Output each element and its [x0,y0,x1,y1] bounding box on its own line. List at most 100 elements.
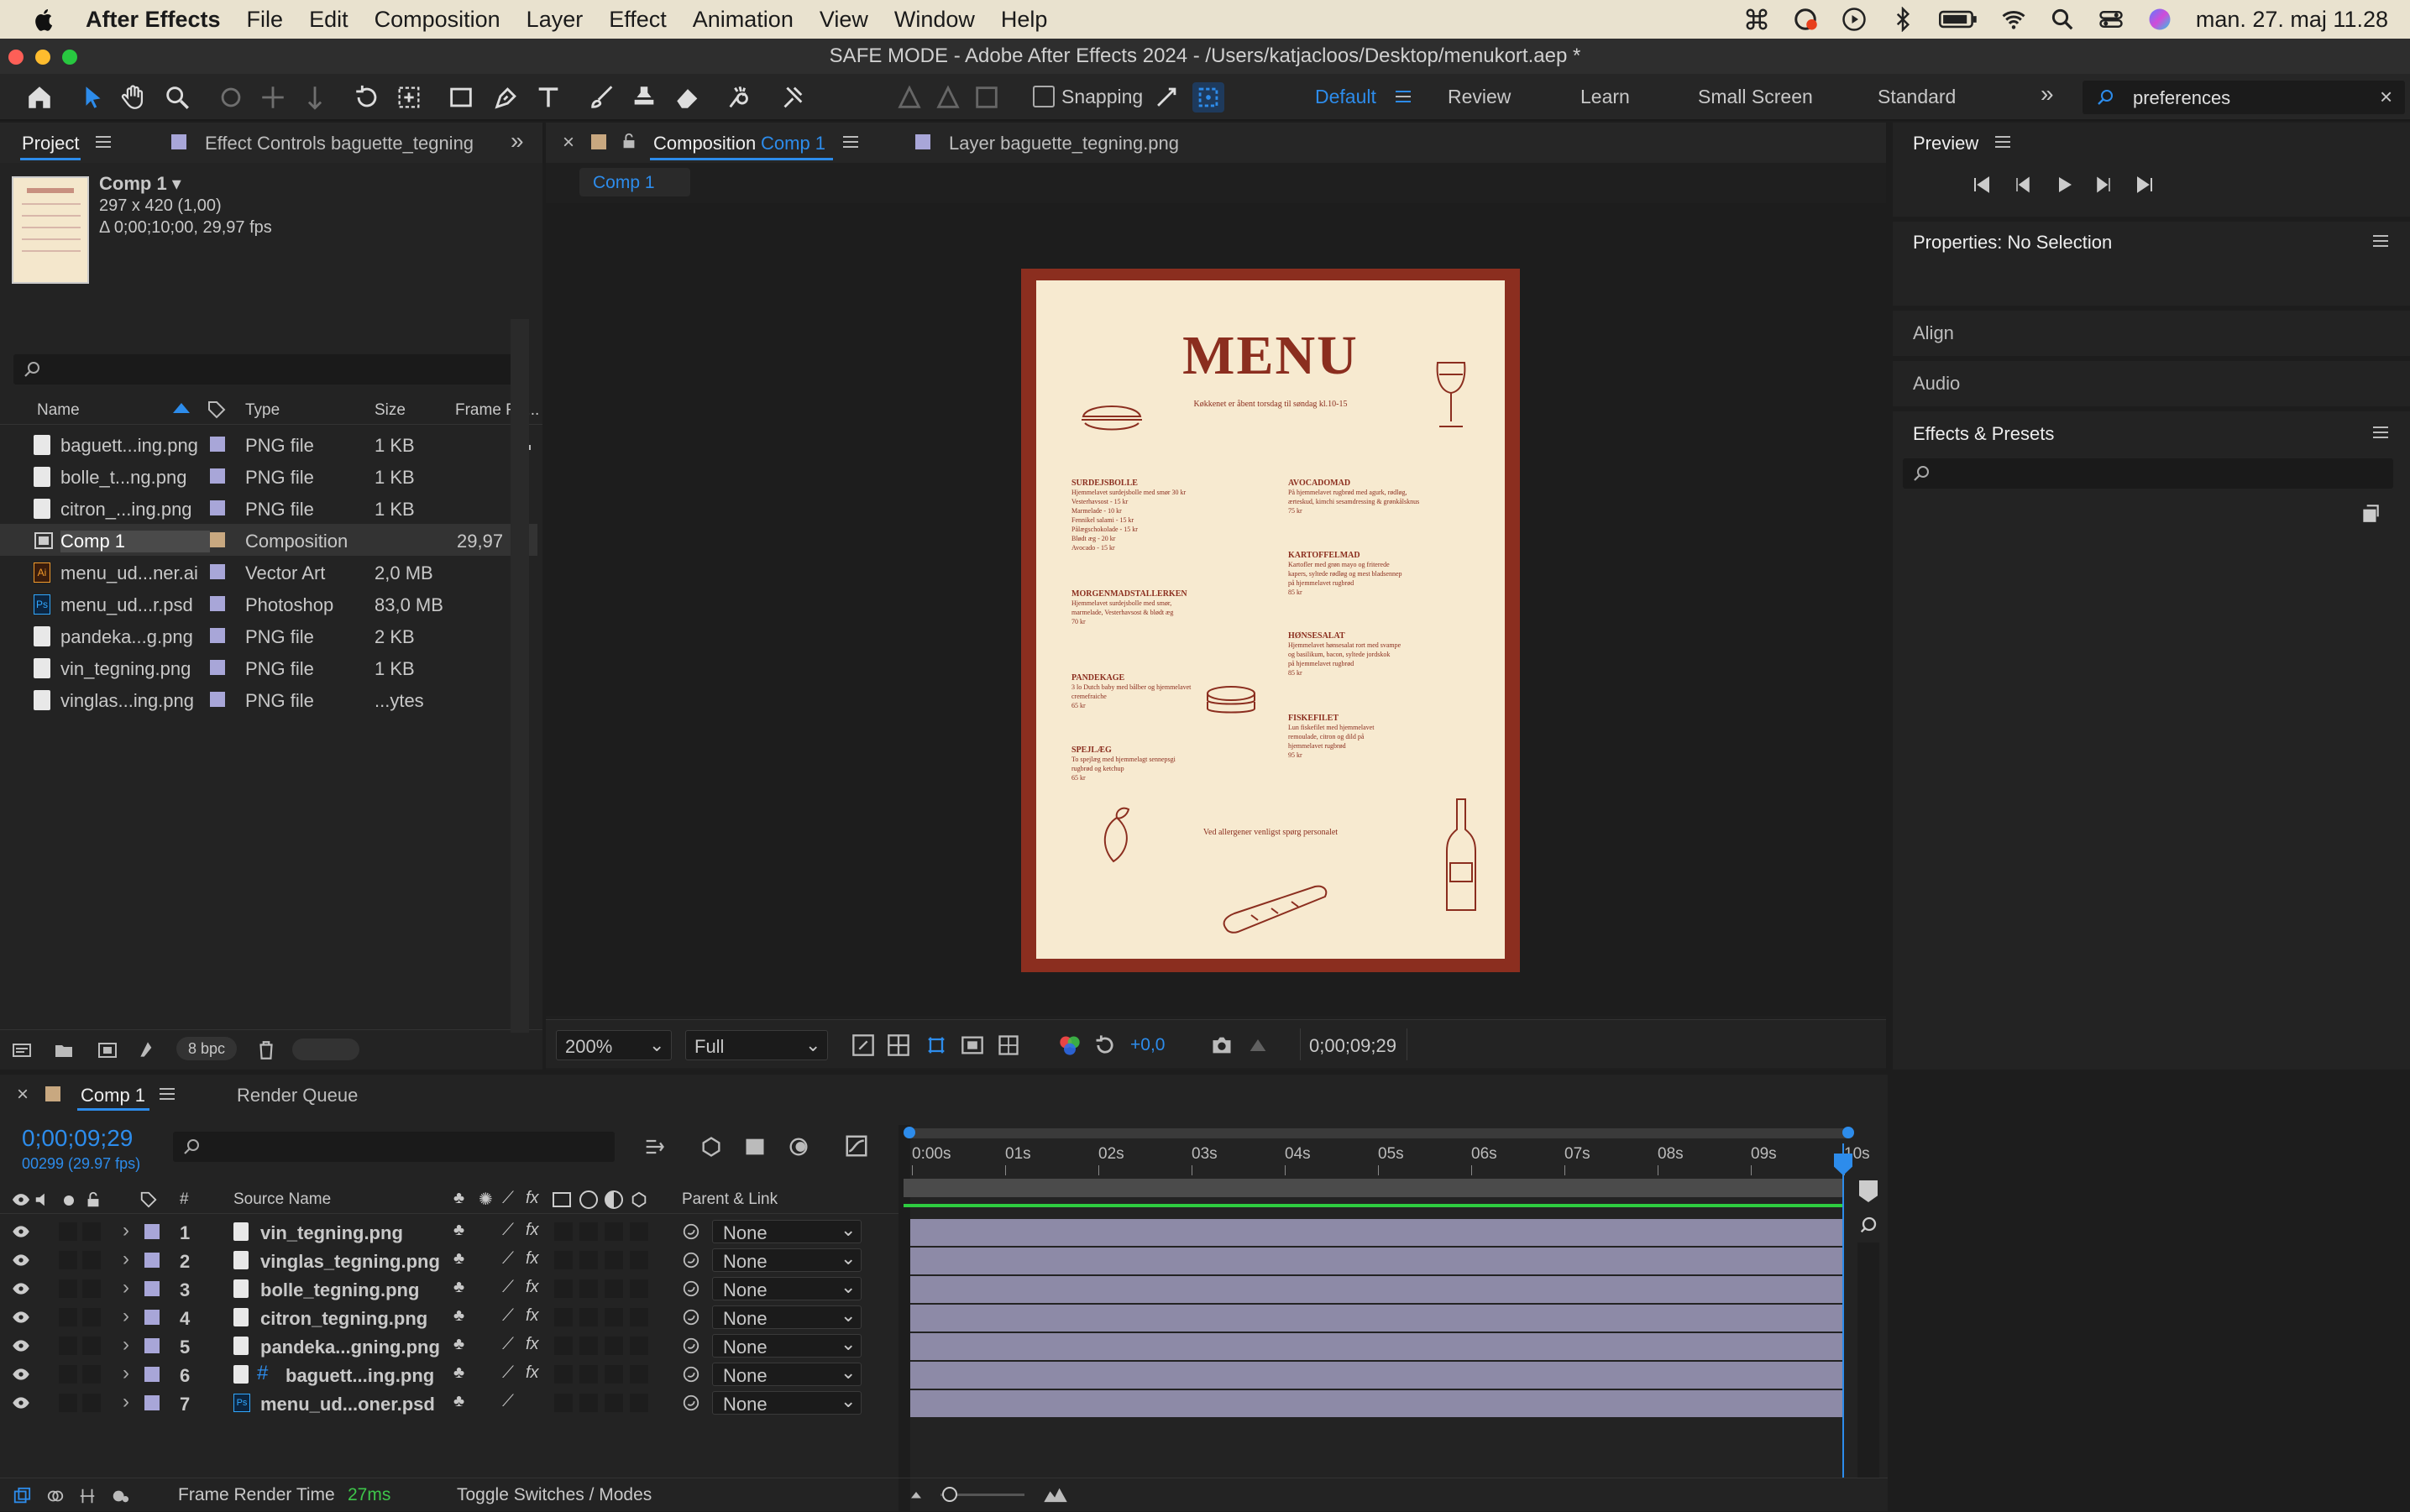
puppet-pin-tool-icon[interactable] [776,82,808,112]
project-settings-icon[interactable] [136,1039,160,1060]
menu-window[interactable]: Window [894,7,975,33]
expand-chevron-icon[interactable]: › [123,1219,129,1243]
home-icon[interactable] [24,82,55,112]
workspace-menu-icon[interactable] [1396,91,1411,102]
axis-world-icon[interactable] [932,82,964,112]
solo-toggle[interactable] [59,1222,77,1241]
lock-toggle[interactable] [82,1308,101,1326]
expand-chevron-icon[interactable]: › [123,1390,129,1414]
3d-layer-switch[interactable] [630,1337,648,1355]
frame-blend-switch[interactable] [554,1222,573,1241]
solo-toggle[interactable] [59,1279,77,1298]
project-item-row[interactable]: baguett...ing.png PNG file 1 KB [0,428,537,460]
timeline-layer-row[interactable]: › 3 bolle_tegning.png ♣ ⟋ fx None ⌄ [0,1274,899,1303]
project-scrollbar[interactable] [511,319,529,1033]
apple-icon[interactable] [32,7,57,32]
tab-timeline-comp[interactable]: Comp 1 [81,1085,145,1107]
wifi-icon[interactable] [2001,7,2026,32]
label-color-swatch[interactable] [210,692,225,707]
zoom-in-icon[interactable] [1041,1485,1070,1504]
menu-animation[interactable]: Animation [693,7,794,33]
shy-switch-icon[interactable]: ♣ [453,1335,464,1354]
close-comp-tab-icon[interactable]: × [563,131,574,154]
trash-icon[interactable] [255,1039,277,1062]
minimize-window-button[interactable] [35,50,50,65]
parent-dropdown[interactable]: None ⌄ [712,1276,862,1300]
label-color-swatch[interactable] [210,532,225,547]
timeline-search-field[interactable] [173,1132,615,1162]
tab-composition[interactable]: Composition [653,133,756,154]
lock-toggle[interactable] [82,1337,101,1355]
time-ruler[interactable]: 0:00s 01s 02s 03s 04s 05s 06s 07s 08s 09s 10s [904,1143,1870,1175]
label-color-swatch[interactable] [210,500,225,515]
switch-shy-header-icon[interactable]: ♣ [453,1189,464,1208]
lock-toggle[interactable] [82,1251,101,1269]
comp-info-name[interactable]: Comp 1 ▾ [99,173,181,195]
col-type[interactable]: Type [245,401,280,420]
rotation-tool-icon[interactable] [351,82,383,112]
menu-artwork[interactable]: MENU Køkkenet er åbent torsdag til sønda… [1021,269,1520,972]
quality-switch-icon[interactable]: ⟋ [502,1249,514,1269]
pick-whip-icon[interactable] [682,1279,700,1298]
switch-collapse-header-icon[interactable]: ✺ [479,1189,493,1210]
snapping-checkbox[interactable] [1033,86,1055,107]
transparency-grid-icon[interactable] [887,1033,910,1057]
axis-view-icon[interactable] [971,82,1003,112]
frame-blending-icon[interactable] [786,1135,811,1159]
tab-layer[interactable]: Layer baguette_tegning.png [949,133,1179,154]
pick-whip-icon[interactable] [682,1394,700,1412]
lock-header-icon[interactable] [84,1190,102,1209]
layer-label-swatch[interactable] [144,1253,160,1268]
shy-switch-icon[interactable]: ♣ [453,1278,464,1297]
eye-icon[interactable] [12,1282,30,1295]
tab-composition-name[interactable]: Comp 1 [761,133,825,154]
eye-icon[interactable] [12,1339,30,1352]
timeline-layer-row[interactable]: › 7 Ps menu_ud...oner.psd ♣ ⟋ None ⌄ [0,1389,899,1417]
expand-chevron-icon[interactable]: › [123,1333,129,1357]
selection-tool-icon[interactable] [77,82,109,112]
control-center-icon[interactable] [2098,7,2124,32]
frame-blend-switch[interactable] [554,1337,573,1355]
hide-shy-layers-icon[interactable] [742,1135,768,1159]
timeline-timecode[interactable]: 0;00;09;29 [22,1125,133,1152]
graph-editor-icon[interactable] [843,1133,870,1159]
guides-options-icon[interactable] [996,1033,1021,1057]
help-search-field[interactable]: preferences × [2083,81,2405,114]
solo-toggle[interactable] [59,1365,77,1384]
effects-switch-icon[interactable]: fx [526,1335,539,1354]
lock-toggle[interactable] [82,1394,101,1412]
align-panel[interactable]: Align [1893,311,2410,356]
hand-tool-icon[interactable] [118,82,149,112]
new-folder-icon[interactable] [52,1040,76,1060]
menu-effect[interactable]: Effect [609,7,667,33]
effects-switch-icon[interactable]: fx [526,1221,539,1240]
layer-label-swatch[interactable] [144,1367,160,1382]
project-item-row[interactable]: Ps menu_ud...r.psd Photoshop 83,0 MB [0,588,537,620]
quality-switch-icon[interactable]: ⟋ [502,1221,514,1240]
tab-project[interactable]: Project [22,133,79,154]
brush-tool-icon[interactable] [586,82,618,112]
layer-label-swatch[interactable] [144,1281,160,1296]
layer-duration-bar[interactable] [910,1390,1842,1417]
switch-quality-header-icon[interactable]: ⟋ [502,1189,514,1208]
workspace-review[interactable]: Review [1448,86,1511,108]
eye-icon[interactable] [12,1225,30,1238]
project-item-row[interactable]: bolle_t...ng.png PNG file 1 KB [0,460,537,492]
adjustment-switch[interactable] [605,1279,623,1298]
pick-whip-icon[interactable] [682,1337,700,1355]
project-panel-menu-icon[interactable] [96,136,111,148]
parent-dropdown[interactable]: None ⌄ [712,1333,862,1358]
layer-label-swatch[interactable] [144,1310,160,1325]
quality-switch-icon[interactable]: ⟋ [502,1335,514,1354]
quality-switch-icon[interactable]: ⟋ [502,1306,514,1326]
label-color-swatch[interactable] [210,564,225,579]
help-search-input[interactable]: preferences [2133,87,2230,109]
label-tag-icon[interactable] [207,400,227,420]
current-time-indicator[interactable] [1842,1143,1844,1496]
label-color-swatch[interactable] [210,660,225,675]
preview-menu-icon[interactable] [1995,136,2010,148]
effects-switch-icon[interactable]: fx [526,1306,539,1326]
layer-label-swatch[interactable] [144,1395,160,1410]
workspace-default[interactable]: Default [1315,86,1376,108]
parent-dropdown[interactable]: None ⌄ [712,1305,862,1329]
